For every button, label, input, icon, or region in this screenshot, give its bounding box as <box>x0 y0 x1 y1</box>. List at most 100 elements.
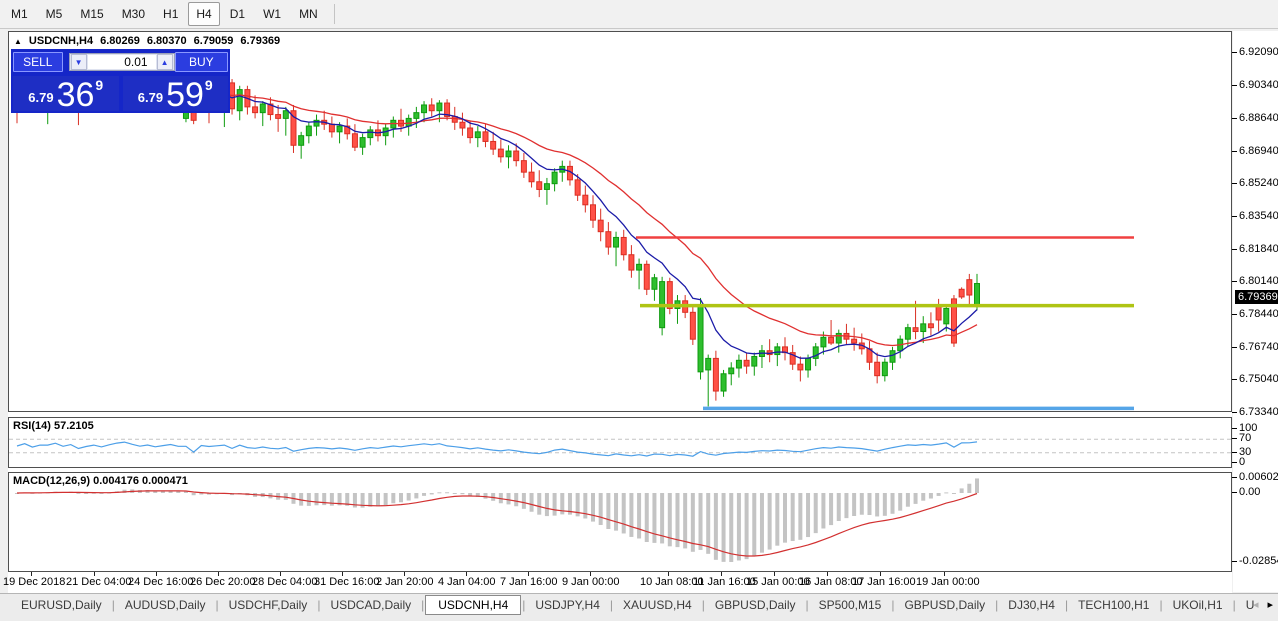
rsi-axis-tick <box>1232 462 1237 463</box>
time-axis-label: 26 Dec 20:00 <box>190 576 255 588</box>
tab-separator: | <box>610 598 613 612</box>
volume-group: ▼ 0.01 ▲ <box>69 53 175 71</box>
chart-tab-gbpusd-daily[interactable]: GBPUSD,Daily <box>895 595 994 615</box>
rsi-axis-label: 70 <box>1239 432 1251 444</box>
timeframe-button-mn[interactable]: MN <box>291 2 326 26</box>
price-axis-tick <box>1232 85 1237 86</box>
macd-axis-tick <box>1232 492 1237 493</box>
timeframe-button-m30[interactable]: M30 <box>114 2 153 26</box>
buy-price-box[interactable]: 6.79 59 9 <box>123 76 229 111</box>
volume-decrease-button[interactable]: ▼ <box>71 54 87 70</box>
price-axis-tick <box>1232 379 1237 380</box>
price-axis-tick <box>1232 249 1237 250</box>
price-axis-label: 6.83540 <box>1239 210 1278 222</box>
chart-tab-xauusd-h4[interactable]: XAUUSD,H4 <box>614 595 701 615</box>
tab-separator: | <box>317 598 320 612</box>
chart-tab-usdjpy-h4[interactable]: USDJPY,H4 <box>526 595 608 615</box>
tab-scroll-nav: ◂ ▸ <box>1253 598 1273 611</box>
price-axis-label: 6.73340 <box>1239 406 1278 418</box>
timeframe-button-m15[interactable]: M15 <box>72 2 111 26</box>
chart-tab-audusd-daily[interactable]: AUDUSD,Daily <box>116 595 215 615</box>
rsi-axis-tick <box>1232 428 1237 429</box>
timeframe-button-m1[interactable]: M1 <box>3 2 36 26</box>
tab-scroll-right-icon[interactable]: ▸ <box>1267 598 1273 611</box>
time-axis-tick <box>280 572 281 576</box>
timeframe-button-m5[interactable]: M5 <box>38 2 71 26</box>
chart-tab-gbpusd-daily[interactable]: GBPUSD,Daily <box>706 595 805 615</box>
bar-low-value: 6.79059 <box>194 35 234 47</box>
time-axis-tick <box>827 572 828 576</box>
time-axis-tick <box>528 572 529 576</box>
buy-price-prefix: 6.79 <box>138 90 163 105</box>
time-axis-label: 2 Jan 20:00 <box>376 576 434 588</box>
tab-separator: | <box>891 598 894 612</box>
chart-tab-sp500-m15[interactable]: SP500,M15 <box>810 595 891 615</box>
time-axis-tick <box>156 572 157 576</box>
macd-label: MACD(12,26,9) 0.004176 0.000471 <box>13 475 188 487</box>
time-axis-tick <box>721 572 722 576</box>
tab-separator: | <box>702 598 705 612</box>
time-axis-tick <box>342 572 343 576</box>
buy-button[interactable]: BUY <box>175 52 228 72</box>
timeframe-button-h4[interactable]: H4 <box>188 2 219 26</box>
time-axis-label: 31 Dec 16:00 <box>314 576 379 588</box>
timeframe-button-h1[interactable]: H1 <box>155 2 186 26</box>
chart-symbol-title: USDCNH,H4 <box>29 35 93 47</box>
chevron-up-icon: ▲ <box>161 58 169 67</box>
timeframe-toolbar: M1M5M15M30H1H4D1W1MN <box>0 0 1278 29</box>
macd-axis-label: -0.028549 <box>1239 555 1278 567</box>
price-axis-label: 6.81840 <box>1239 243 1278 255</box>
price-axis-label: 6.92090 <box>1239 46 1278 58</box>
chart-header: ▲ USDCNH,H4 6.80269 6.80370 6.79059 6.79… <box>14 35 280 47</box>
rsi-label: RSI(14) 57.2105 <box>13 420 94 432</box>
tab-scroll-left-icon[interactable]: ◂ <box>1253 598 1259 611</box>
rsi-axis-tick <box>1232 452 1237 453</box>
sell-button[interactable]: SELL <box>13 52 63 72</box>
chart-tab-usdchf-daily[interactable]: USDCHF,Daily <box>220 595 317 615</box>
price-axis-label: 6.80140 <box>1239 275 1278 287</box>
tab-separator: | <box>522 598 525 612</box>
chart-tab-tech100-h1[interactable]: TECH100,H1 <box>1069 595 1158 615</box>
time-axis-label: 4 Jan 04:00 <box>438 576 496 588</box>
sell-price-box[interactable]: 6.79 36 9 <box>13 76 119 111</box>
timeframe-button-d1[interactable]: D1 <box>222 2 253 26</box>
chart-tab-usdcad-daily[interactable]: USDCAD,Daily <box>321 595 420 615</box>
toolbar-separator <box>334 4 335 24</box>
chart-tab-ukoil-h1[interactable]: UKOil,H1 <box>1164 595 1232 615</box>
chevron-down-icon: ▼ <box>75 58 83 67</box>
time-axis-tick <box>668 572 669 576</box>
time-axis-label: 9 Jan 00:00 <box>562 576 620 588</box>
volume-increase-button[interactable]: ▲ <box>157 54 173 70</box>
tab-separator: | <box>995 598 998 612</box>
timeframe-button-w1[interactable]: W1 <box>255 2 289 26</box>
chart-tab-eurusd-daily[interactable]: EURUSD,Daily <box>12 595 111 615</box>
rsi-axis-tick <box>1232 438 1237 439</box>
price-axis-label: 6.78440 <box>1239 308 1278 320</box>
macd-axis-tick <box>1232 561 1237 562</box>
macd-axis-label: 0.00 <box>1239 486 1260 498</box>
chart-tab-bar: EURUSD,Daily|AUDUSD,Daily|USDCHF,Daily|U… <box>0 593 1278 616</box>
time-axis-tick <box>880 572 881 576</box>
time-axis-tick <box>31 572 32 576</box>
time-axis-tick <box>590 572 591 576</box>
macd-pane[interactable] <box>8 472 1232 572</box>
rsi-pane[interactable] <box>8 417 1232 468</box>
macd-axis-label: 0.006024 <box>1239 471 1278 483</box>
price-axis-label: 6.76740 <box>1239 341 1278 353</box>
chart-tab-usdcnh-h4[interactable]: USDCNH,H4 <box>425 595 521 615</box>
time-axis-tick <box>94 572 95 576</box>
chart-tab-dj30-h4[interactable]: DJ30,H4 <box>999 595 1064 615</box>
volume-input[interactable]: 0.01 <box>88 55 156 69</box>
time-axis-label: 17 Jan 16:00 <box>852 576 916 588</box>
sell-price-big: 36 <box>57 82 95 110</box>
tab-separator: | <box>216 598 219 612</box>
collapse-panel-icon[interactable]: ▲ <box>14 37 22 46</box>
price-axis-tick <box>1232 314 1237 315</box>
time-axis-tick <box>944 572 945 576</box>
tab-separator: | <box>1233 598 1236 612</box>
bottom-strip <box>0 616 1278 621</box>
time-axis-label: 19 Dec 2018 <box>3 576 65 588</box>
tab-separator: | <box>1065 598 1068 612</box>
buy-price-sup: 9 <box>205 77 213 93</box>
price-axis-tick <box>1232 281 1237 282</box>
